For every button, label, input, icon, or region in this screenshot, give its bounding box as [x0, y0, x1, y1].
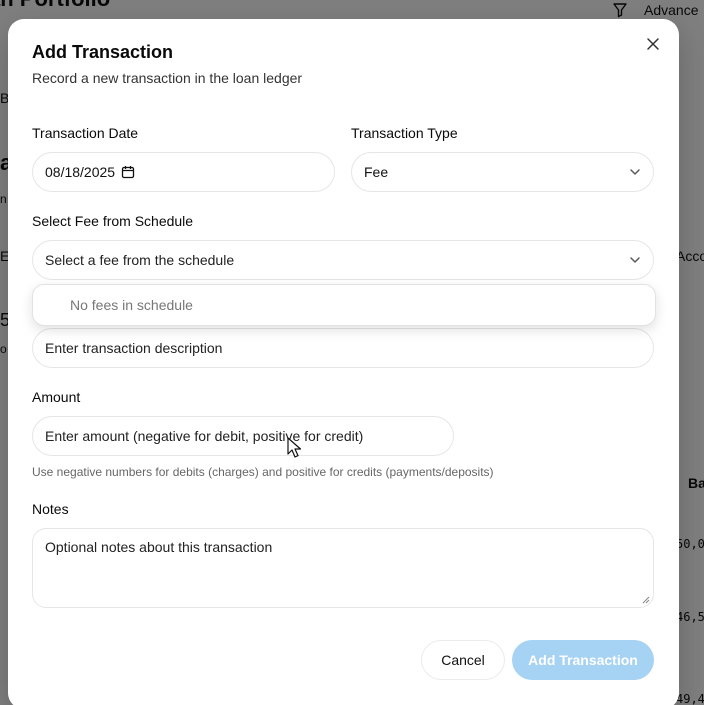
fee-schedule-placeholder: Select a fee from the schedule [45, 252, 235, 268]
add-transaction-button[interactable]: Add Transaction [512, 640, 654, 680]
description-placeholder: Enter transaction description [45, 340, 223, 356]
fee-schedule-label: Select Fee from Schedule [32, 213, 194, 229]
cancel-button[interactable]: Cancel [421, 640, 505, 680]
dialog-subtitle: Record a new transaction in the loan led… [32, 70, 303, 86]
close-icon[interactable] [645, 36, 661, 52]
notes-textarea[interactable]: Optional notes about this transaction [32, 528, 654, 608]
transaction-date-value: 08/18/2025 [45, 164, 116, 180]
notes-label: Notes [32, 501, 69, 517]
fee-schedule-select[interactable]: Select a fee from the schedule [32, 240, 654, 280]
transaction-type-label: Transaction Type [351, 125, 458, 141]
empty-fees-message: No fees in schedule [70, 297, 193, 313]
transaction-date-input[interactable]: 08/18/2025 [32, 152, 335, 192]
amount-input[interactable]: Enter amount (negative for debit, positi… [32, 416, 454, 456]
resize-handle-icon[interactable] [640, 594, 650, 604]
chevron-down-icon [630, 169, 640, 175]
notes-placeholder: Optional notes about this transaction [45, 539, 273, 555]
mouse-cursor-icon [287, 437, 301, 458]
transaction-type-value: Fee [364, 164, 389, 180]
amount-placeholder: Enter amount (negative for debit, positi… [45, 428, 364, 444]
fee-schedule-dropdown: No fees in schedule [32, 284, 656, 326]
transaction-date-label: Transaction Date [32, 125, 139, 141]
chevron-down-icon [630, 257, 640, 263]
transaction-type-select[interactable]: Fee [351, 152, 654, 192]
calendar-icon[interactable] [121, 165, 135, 179]
amount-helper-text: Use negative numbers for debits (charges… [32, 465, 494, 479]
description-input[interactable]: Enter transaction description [32, 328, 654, 368]
add-transaction-dialog: Add Transaction Record a new transaction… [8, 19, 679, 705]
amount-label: Amount [32, 389, 81, 405]
dialog-title: Add Transaction [32, 42, 174, 62]
